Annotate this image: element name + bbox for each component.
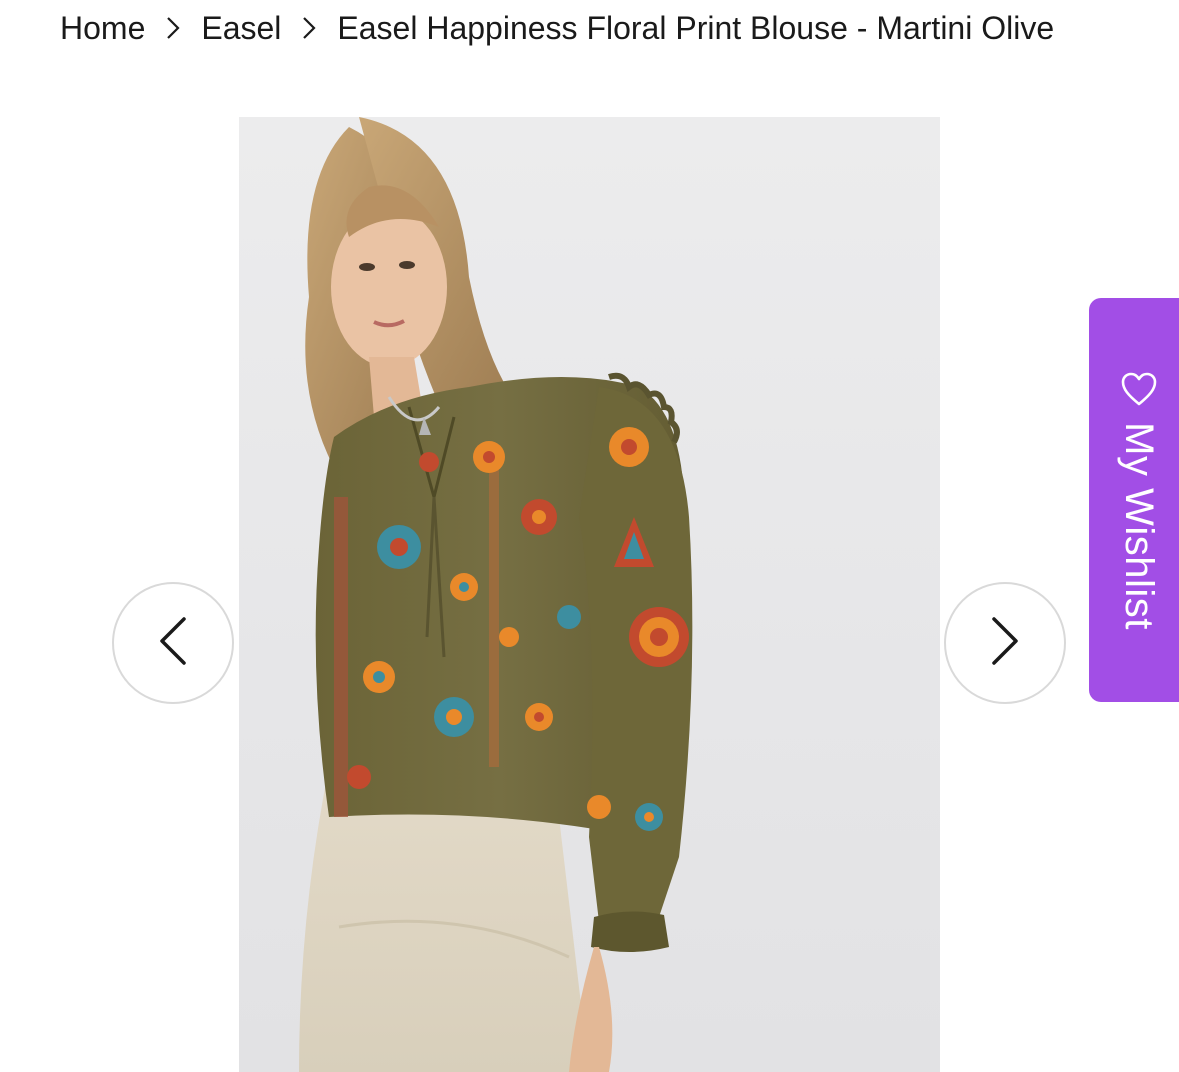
breadcrumb-home-link[interactable]: Home	[60, 10, 145, 47]
my-wishlist-tab[interactable]: My Wishlist	[1089, 298, 1179, 702]
chevron-right-icon	[989, 615, 1021, 672]
previous-image-button[interactable]	[112, 582, 234, 704]
breadcrumb-current-page: Easel Happiness Floral Print Blouse - Ma…	[337, 9, 1055, 46]
breadcrumb: Home Easel Easel Happiness Floral Print …	[60, 8, 1054, 48]
product-photo-illustration	[299, 117, 693, 1072]
chevron-right-icon	[281, 8, 337, 48]
heart-outline-icon	[1120, 371, 1158, 407]
breadcrumb-easel-link[interactable]: Easel	[201, 10, 281, 47]
chevron-left-icon	[157, 615, 189, 672]
my-wishlist-label: My Wishlist	[1117, 422, 1162, 630]
product-image[interactable]	[239, 117, 940, 1072]
next-image-button[interactable]	[944, 582, 1066, 704]
chevron-right-icon	[145, 8, 201, 48]
